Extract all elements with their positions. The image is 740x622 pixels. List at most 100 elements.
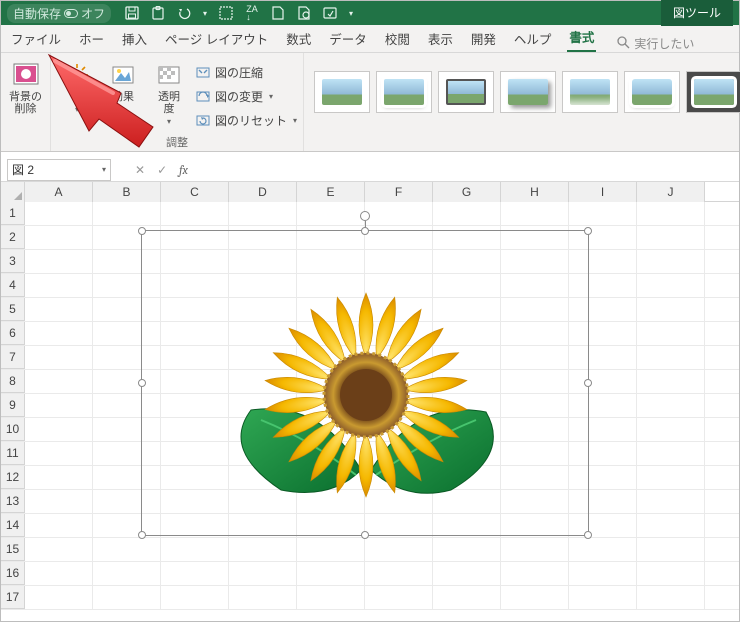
cell[interactable] <box>229 538 297 561</box>
cell[interactable] <box>365 466 433 489</box>
cell[interactable] <box>93 322 161 345</box>
cell[interactable] <box>569 202 637 225</box>
cell[interactable] <box>365 490 433 513</box>
cell[interactable] <box>501 322 569 345</box>
style-preset-7[interactable] <box>686 71 740 113</box>
cell[interactable] <box>161 274 229 297</box>
cell[interactable] <box>365 226 433 249</box>
border-button[interactable] <box>217 4 235 22</box>
cell[interactable] <box>433 466 501 489</box>
cell[interactable] <box>637 202 705 225</box>
cell[interactable] <box>161 586 229 609</box>
tab-view[interactable]: 表示 <box>426 24 455 52</box>
artistic-effects-button[interactable]: 効果 ▾ <box>103 57 143 129</box>
row-header[interactable]: 13 <box>1 490 25 513</box>
cell[interactable] <box>229 394 297 417</box>
style-preset-3[interactable] <box>438 71 494 113</box>
tab-insert[interactable]: 挿入 <box>120 24 149 52</box>
cell[interactable] <box>93 418 161 441</box>
column-header[interactable]: C <box>161 182 229 202</box>
resize-handle-nw[interactable] <box>138 227 146 235</box>
cell[interactable] <box>93 466 161 489</box>
cell[interactable] <box>297 562 365 585</box>
row-header[interactable]: 8 <box>1 370 25 393</box>
resize-handle-sw[interactable] <box>138 531 146 539</box>
cell[interactable] <box>433 202 501 225</box>
row-header[interactable]: 6 <box>1 322 25 345</box>
cell[interactable] <box>433 322 501 345</box>
cell[interactable] <box>297 442 365 465</box>
cell[interactable] <box>637 562 705 585</box>
cell[interactable] <box>569 322 637 345</box>
cell[interactable] <box>161 394 229 417</box>
cell[interactable] <box>229 274 297 297</box>
cell[interactable] <box>569 274 637 297</box>
sort-button[interactable]: ZA↓ <box>243 4 261 22</box>
cell[interactable] <box>501 538 569 561</box>
cell[interactable] <box>25 586 93 609</box>
cell[interactable] <box>297 538 365 561</box>
cell[interactable] <box>433 490 501 513</box>
style-preset-5[interactable] <box>562 71 618 113</box>
cell[interactable] <box>297 586 365 609</box>
cell[interactable] <box>93 202 161 225</box>
cell[interactable] <box>161 202 229 225</box>
save-button[interactable] <box>123 4 141 22</box>
cell[interactable] <box>297 298 365 321</box>
cell[interactable] <box>637 226 705 249</box>
column-header[interactable]: E <box>297 182 365 202</box>
cell[interactable] <box>365 514 433 537</box>
qat-customize-icon[interactable]: ▾ <box>347 4 355 22</box>
cell[interactable] <box>569 298 637 321</box>
qat-dropdown-icon[interactable]: ▾ <box>201 4 209 22</box>
cell[interactable] <box>637 322 705 345</box>
column-header[interactable]: F <box>365 182 433 202</box>
cell[interactable] <box>433 394 501 417</box>
cell[interactable] <box>161 562 229 585</box>
tab-data[interactable]: データ <box>327 24 369 52</box>
cell[interactable] <box>433 538 501 561</box>
cell[interactable] <box>433 346 501 369</box>
resize-handle-ne[interactable] <box>584 227 592 235</box>
cell[interactable] <box>501 442 569 465</box>
cell[interactable] <box>229 322 297 345</box>
resize-handle-n[interactable] <box>361 227 369 235</box>
cell[interactable] <box>161 466 229 489</box>
cell[interactable] <box>569 538 637 561</box>
cell[interactable] <box>297 226 365 249</box>
cell[interactable] <box>229 226 297 249</box>
cell[interactable] <box>637 418 705 441</box>
cell[interactable] <box>569 514 637 537</box>
cell[interactable] <box>501 274 569 297</box>
row-header[interactable]: 5 <box>1 298 25 321</box>
cell[interactable] <box>161 322 229 345</box>
cell[interactable] <box>25 514 93 537</box>
cell[interactable] <box>161 490 229 513</box>
fx-icon[interactable]: fx <box>179 163 188 177</box>
tab-format[interactable]: 書式 <box>567 22 596 52</box>
compress-pictures-button[interactable]: 図の圧縮 <box>195 61 297 83</box>
cell[interactable] <box>365 298 433 321</box>
row-header[interactable]: 4 <box>1 274 25 297</box>
cell[interactable] <box>161 418 229 441</box>
row-header[interactable]: 14 <box>1 514 25 537</box>
select-all-corner[interactable] <box>1 182 25 202</box>
resize-handle-s[interactable] <box>361 531 369 539</box>
cell[interactable] <box>229 490 297 513</box>
new-file-button[interactable] <box>269 4 287 22</box>
cell[interactable] <box>229 202 297 225</box>
resize-handle-w[interactable] <box>138 379 146 387</box>
cell[interactable] <box>365 418 433 441</box>
cell[interactable] <box>229 586 297 609</box>
cell[interactable] <box>229 346 297 369</box>
tab-developer[interactable]: 開発 <box>469 24 498 52</box>
cell[interactable] <box>365 442 433 465</box>
cell[interactable] <box>569 370 637 393</box>
row-header[interactable]: 3 <box>1 250 25 273</box>
tab-review[interactable]: 校閲 <box>383 24 412 52</box>
change-picture-button[interactable]: 図の変更▾ <box>195 85 297 107</box>
cell[interactable] <box>297 250 365 273</box>
cell[interactable] <box>297 274 365 297</box>
cell[interactable] <box>25 418 93 441</box>
cell[interactable] <box>93 370 161 393</box>
